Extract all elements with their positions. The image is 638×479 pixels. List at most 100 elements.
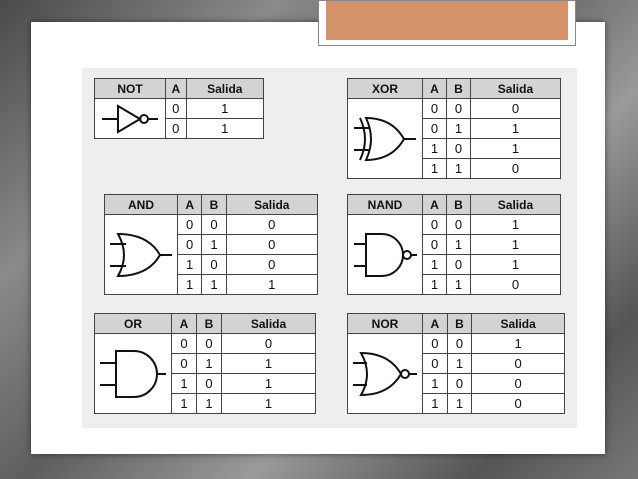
nor-cell: 1	[471, 333, 565, 354]
or-header-gate: OR	[94, 313, 172, 334]
xor-gate-symbol	[347, 98, 423, 179]
xor-table: XOR A B Salida 0 0 0 0 1 1 1 0 1 1 1 0	[347, 78, 562, 179]
xor-cell: 1	[422, 158, 447, 179]
xor-cell: 0	[422, 118, 447, 139]
xor-cell: 0	[422, 98, 447, 119]
nand-cell: 1	[469, 214, 562, 235]
nor-cell: 1	[422, 393, 448, 414]
not-cell: 0	[165, 98, 187, 119]
nor-cell: 0	[471, 393, 565, 414]
nor-table: NOR A B Salida 0 0 1 0 1 0 1 0 0 1 1 0	[347, 313, 565, 414]
xor-cell: 0	[469, 158, 562, 179]
or-gate-symbol	[94, 333, 172, 414]
nand-cell: 0	[469, 274, 562, 295]
xor-cell: 0	[445, 98, 471, 119]
nand-header-out: Salida	[469, 194, 562, 215]
xor-cell: 0	[445, 138, 471, 159]
and-gate-symbol	[104, 214, 178, 295]
xor-header-out: Salida	[469, 78, 562, 99]
or-cell: 0	[171, 353, 197, 374]
nor-header-gate: NOR	[347, 313, 423, 334]
nor-cell: 1	[446, 393, 473, 414]
not-cell: 1	[185, 98, 265, 119]
and-header-a: A	[176, 194, 203, 215]
not-cell: 0	[165, 118, 187, 139]
or-cell: 1	[171, 393, 197, 414]
nor-cell: 1	[446, 353, 473, 374]
nand-table: NAND A B Salida 0 0 1 0 1 1 1 0 1 1 1 0	[347, 194, 562, 295]
and-cell: 0	[225, 254, 319, 275]
not-header-gate: NOT	[94, 78, 166, 99]
and-header-gate: AND	[104, 194, 178, 215]
and-cell: 1	[201, 234, 227, 255]
or-cell: 0	[221, 333, 316, 354]
nand-cell: 0	[422, 214, 447, 235]
and-cell: 0	[201, 254, 227, 275]
nor-header-b: B	[446, 313, 473, 334]
not-table: NOT A Salida 0 1 0 1	[94, 78, 265, 139]
nand-cell: 1	[445, 274, 471, 295]
and-cell: 1	[176, 254, 203, 275]
nand-cell: 1	[422, 274, 447, 295]
and-gate-icon	[110, 232, 172, 277]
or-table: OR A B Salida 0 0 0 0 1 1 1 0 1 1 1 1	[94, 313, 316, 414]
nor-cell: 0	[446, 373, 473, 394]
nor-cell: 0	[471, 353, 565, 374]
xor-cell: 1	[469, 138, 562, 159]
xor-cell: 1	[422, 138, 447, 159]
and-cell: 0	[176, 214, 203, 235]
xor-header-a: A	[422, 78, 447, 99]
xor-cell: 1	[469, 118, 562, 139]
nor-gate-icon	[353, 351, 417, 396]
and-cell: 0	[225, 214, 319, 235]
and-cell: 0	[176, 234, 203, 255]
not-header-a: A	[165, 78, 187, 99]
nand-header-a: A	[422, 194, 447, 215]
or-cell: 1	[221, 373, 316, 394]
nand-header-gate: NAND	[347, 194, 423, 215]
or-cell: 1	[196, 393, 222, 414]
nor-cell: 1	[422, 373, 448, 394]
not-header-out: Salida	[185, 78, 265, 99]
not-gate-symbol	[94, 98, 166, 139]
nor-cell: 0	[446, 333, 473, 354]
nand-cell: 1	[422, 254, 447, 275]
and-cell: 1	[176, 274, 203, 295]
or-cell: 1	[171, 373, 197, 394]
nand-cell: 0	[445, 254, 471, 275]
nand-cell: 1	[469, 254, 562, 275]
xor-cell: 1	[445, 118, 471, 139]
nand-gate-symbol	[347, 214, 423, 295]
or-gate-icon	[100, 349, 166, 398]
or-header-a: A	[171, 313, 197, 334]
nor-header-out: Salida	[471, 313, 565, 334]
nand-cell: 0	[422, 234, 447, 255]
nand-header-b: B	[445, 194, 471, 215]
title-fill	[326, 1, 568, 40]
and-table: AND A B Salida 0 0 0 0 1 0 1 0 0 1 1 1	[104, 194, 319, 295]
or-cell: 1	[221, 393, 316, 414]
xor-gate-icon	[354, 116, 416, 161]
or-cell: 1	[196, 353, 222, 374]
xor-header-b: B	[445, 78, 471, 99]
not-gate-icon	[102, 103, 158, 134]
xor-header-gate: XOR	[347, 78, 423, 99]
and-header-out: Salida	[225, 194, 319, 215]
or-cell: 0	[196, 333, 222, 354]
nand-cell: 1	[445, 234, 471, 255]
xor-cell: 1	[445, 158, 471, 179]
and-cell: 0	[225, 234, 319, 255]
nand-gate-icon	[354, 232, 417, 277]
or-cell: 0	[196, 373, 222, 394]
nand-cell: 1	[469, 234, 562, 255]
and-cell: 1	[225, 274, 319, 295]
or-header-out: Salida	[221, 313, 316, 334]
nor-gate-symbol	[347, 333, 423, 414]
nor-cell: 0	[422, 333, 448, 354]
or-cell: 0	[171, 333, 197, 354]
nor-header-a: A	[422, 313, 448, 334]
not-cell: 1	[185, 118, 265, 139]
title-placeholder	[318, 0, 576, 46]
or-header-b: B	[196, 313, 222, 334]
nand-cell: 0	[445, 214, 471, 235]
